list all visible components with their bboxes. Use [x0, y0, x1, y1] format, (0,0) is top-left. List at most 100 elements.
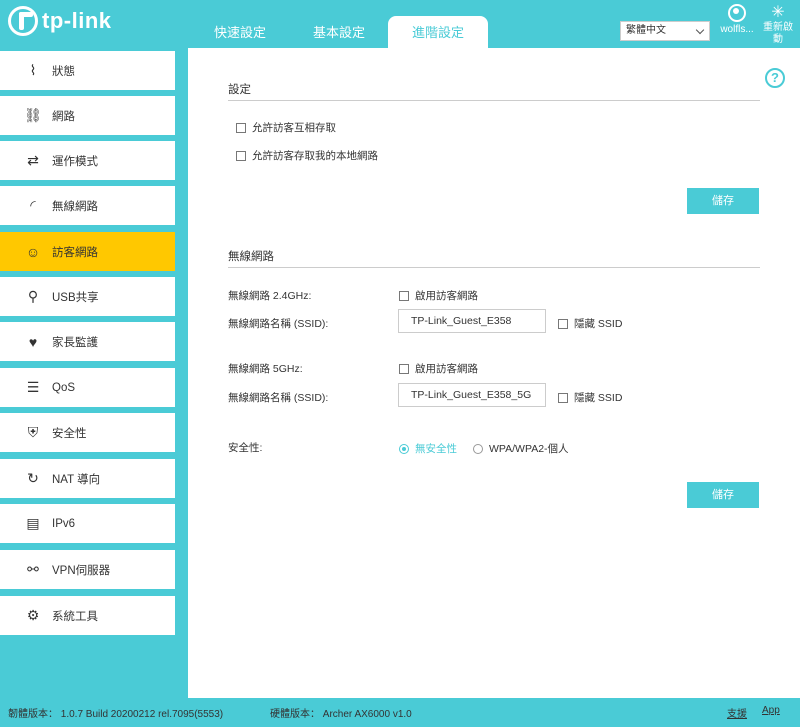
checkbox-label: 啟用訪客網路 [415, 290, 478, 302]
sidebar-item-wireless[interactable]: ◜ 無線網路 [0, 186, 175, 225]
sidebar-item-operation-mode[interactable]: ⇄ 運作模式 [0, 141, 175, 180]
network-icon: ⛓ [24, 107, 42, 123]
sidebar-item-label: IPv6 [52, 517, 76, 530]
checkbox[interactable] [558, 318, 568, 329]
settings-save-button[interactable]: 儲存 [687, 188, 759, 214]
ssid-24ghz-label: 無線網路名稱 (SSID): [228, 318, 329, 330]
shield-icon: ⛨ [27, 424, 39, 440]
vpn-icon: ⚯ [27, 561, 39, 577]
parental-icon: ♥ [28, 333, 38, 350]
reboot-label: 重新啟動 [763, 22, 793, 45]
hide-ssid-5ghz[interactable]: 隱藏 SSID [558, 390, 622, 405]
sidebar-item-label: NAT 導向 [52, 473, 101, 486]
logo-text: tp-link [42, 8, 112, 33]
radio[interactable] [473, 443, 483, 454]
wireless-section-title: 無線網路 [228, 251, 274, 263]
checkbox[interactable] [399, 290, 409, 301]
enable-guest-5ghz[interactable]: 啟用訪客網路 [399, 361, 478, 376]
sidebar-item-label: 家長監護 [52, 336, 98, 349]
sidebar-item-label: 安全性 [52, 427, 87, 440]
sidebar-item-guest-network[interactable]: ☺ 訪客網路 [0, 232, 175, 271]
tab-basic[interactable]: 基本設定 [290, 16, 388, 48]
firmware-version: 韌體版本： 1.0.7 Build 20200212 rel.7095(5553… [8, 709, 224, 720]
divider [228, 267, 760, 268]
checkbox-label: 啟用訪客網路 [415, 363, 478, 375]
sidebar-item-vpn[interactable]: ⚯ VPN伺服器 [0, 550, 175, 589]
hardware-version: 硬體版本： Archer AX6000 v1.0 [270, 709, 412, 720]
user-icon [728, 4, 746, 22]
checkbox-label: 隱藏 SSID [574, 392, 623, 404]
enable-guest-24ghz[interactable]: 啟用訪客網路 [399, 288, 478, 303]
reboot-button[interactable]: ✳ 重新啟動 [760, 4, 796, 46]
sidebar-item-ipv6[interactable]: ▤ IPv6 [0, 504, 175, 543]
ipv6-icon: ▤ [26, 515, 40, 531]
radio-label: 無安全性 [415, 443, 457, 455]
footer: 韌體版本： 1.0.7 Build 20200212 rel.7095(5553… [0, 698, 800, 727]
sidebar-item-security[interactable]: ⛨ 安全性 [0, 413, 175, 452]
help-icon[interactable]: ? [765, 68, 785, 88]
sidebar-item-label: VPN伺服器 [52, 564, 111, 577]
hide-ssid-24ghz[interactable]: 隱藏 SSID [558, 316, 622, 331]
checkbox-label: 隱藏 SSID [574, 318, 623, 330]
app-link[interactable]: App [762, 705, 780, 716]
sidebar-item-system-tools[interactable]: ⚙ 系統工具 [0, 596, 175, 635]
nat-icon: ↻ [27, 470, 39, 486]
checkbox-label: 允許訪客互相存取 [252, 122, 336, 134]
sidebar-item-label: USB共享 [52, 291, 99, 304]
gear-icon: ⚙ [26, 607, 40, 623]
sidebar-item-usb[interactable]: ⚲ USB共享 [0, 277, 175, 316]
sidebar-item-label: QoS [52, 381, 76, 394]
checkbox[interactable] [236, 150, 246, 161]
sidebar-item-status[interactable]: ⌇ 狀態 [0, 51, 175, 90]
sidebar-item-qos[interactable]: ☰ QoS [0, 368, 175, 407]
tab-quick-setup[interactable]: 快速設定 [190, 16, 290, 48]
ssid-24ghz-input[interactable]: TP-Link_Guest_E358 [398, 309, 546, 333]
language-select-value: 繁體中文 [626, 25, 666, 36]
sidebar-item-label: 運作模式 [52, 155, 98, 168]
checkbox[interactable] [558, 392, 568, 403]
checkbox[interactable] [236, 122, 246, 133]
allow-guests-access-local-network[interactable]: 允許訪客存取我的本地網路 [236, 148, 378, 163]
top-header: tp-link 快速設定 基本設定 進階設定 繁體中文 wolfls... ✳ … [0, 0, 800, 48]
language-select[interactable]: 繁體中文 [620, 21, 710, 41]
sidebar-item-label: 無線網路 [52, 200, 98, 213]
security-label: 安全性: [228, 442, 263, 454]
radio-label: WPA/WPA2-個人 [489, 443, 569, 455]
band-5ghz-label: 無線網路 5GHz: [228, 363, 303, 375]
divider [228, 100, 760, 101]
main-content: ? 設定 允許訪客互相存取 允許訪客存取我的本地網路 儲存 無線網路 無線網路 … [188, 48, 800, 698]
ssid-5ghz-input[interactable]: TP-Link_Guest_E358_5G [398, 383, 546, 407]
user-account[interactable]: wolfls... [717, 4, 757, 35]
sidebar-item-network[interactable]: ⛓ 網路 [0, 96, 175, 135]
main-tabs: 快速設定 基本設定 進階設定 [190, 16, 488, 48]
qos-icon: ☰ [26, 379, 40, 395]
pulse-icon: ⌇ [29, 62, 37, 78]
tp-link-logo-mark [8, 6, 38, 36]
reboot-icon: ✳ [771, 4, 785, 21]
sidebar-item-label: 系統工具 [52, 610, 98, 623]
ssid-5ghz-label: 無線網路名稱 (SSID): [228, 392, 329, 404]
chevron-down-icon [695, 25, 705, 35]
sidebar-item-nat[interactable]: ↻ NAT 導向 [0, 459, 175, 498]
band-24ghz-label: 無線網路 2.4GHz: [228, 290, 312, 302]
security-wpa-option[interactable]: WPA/WPA2-個人 [473, 441, 569, 456]
support-link[interactable]: 支援 [727, 705, 747, 720]
checkbox[interactable] [399, 363, 409, 374]
sidebar-item-label: 訪客網路 [52, 246, 98, 259]
allow-guests-access-each-other[interactable]: 允許訪客互相存取 [236, 120, 336, 135]
wireless-icon: ◜ [30, 197, 36, 213]
usb-icon: ⚲ [27, 288, 39, 304]
sidebar-item-label: 網路 [52, 110, 75, 123]
wireless-save-button[interactable]: 儲存 [687, 482, 759, 508]
tp-link-logo: tp-link [8, 6, 112, 36]
security-none-option[interactable]: 無安全性 [399, 441, 457, 456]
user-name: wolfls... [720, 24, 754, 35]
settings-section-title: 設定 [228, 84, 251, 96]
sidebar-item-parental[interactable]: ♥ 家長監護 [0, 322, 175, 361]
guest-icon: ☺ [25, 243, 41, 260]
sidebar-item-label: 狀態 [52, 65, 75, 78]
mode-switch-icon: ⇄ [27, 152, 39, 168]
radio-selected[interactable] [399, 443, 409, 454]
tab-advanced[interactable]: 進階設定 [388, 16, 488, 48]
checkbox-label: 允許訪客存取我的本地網路 [252, 150, 378, 162]
